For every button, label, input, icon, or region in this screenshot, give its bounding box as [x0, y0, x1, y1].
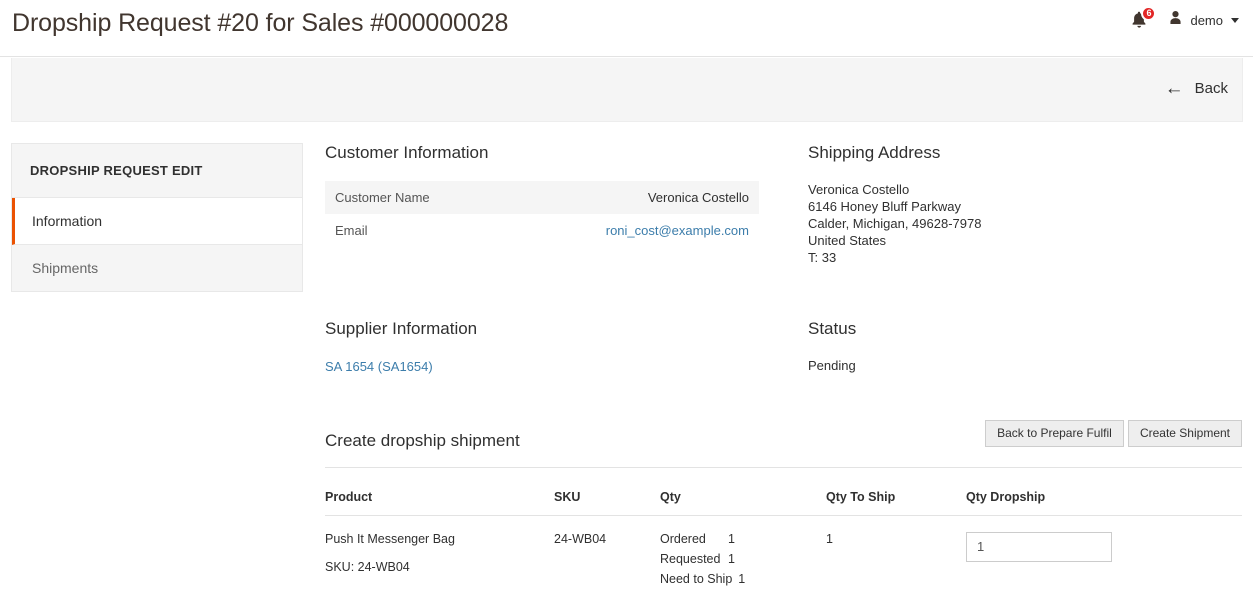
customer-email-link[interactable]: roni_cost@example.com — [606, 223, 749, 238]
status-title: Status — [808, 319, 857, 339]
customer-email-label: Email — [335, 223, 368, 239]
cell-qty: Ordered 1 Requested 1 Need to Ship 1 — [660, 515, 826, 596]
cell-product: Push It Messenger Bag SKU: 24-WB04 — [325, 515, 554, 596]
back-to-prepare-fulfil-button[interactable]: Back to Prepare Fulfil — [984, 419, 1124, 447]
page-title: Dropship Request #20 for Sales #00000002… — [12, 9, 509, 37]
table-row: Customer Name Veronica Costello — [325, 181, 759, 215]
address-line: United States — [808, 233, 887, 249]
shipment-items-table: Product SKU Qty Qty To Ship Qty Dropship… — [325, 483, 1242, 596]
details-panel: Customer Information Customer Name Veron… — [325, 143, 1242, 596]
sidebar-item-information[interactable]: Information — [12, 198, 302, 245]
sidebar-item-label: Information — [32, 213, 103, 229]
product-sku-label: SKU: 24-WB04 — [325, 559, 410, 574]
address-line: 6146 Honey Bluff Parkway — [808, 199, 961, 215]
user-menu-button[interactable]: demo — [1166, 8, 1241, 32]
address-line: Calder, Michigan, 49628-7978 — [808, 216, 982, 232]
user-avatar-icon — [1168, 10, 1183, 30]
column-header-sku: SKU — [554, 483, 660, 516]
table-header-row: Product SKU Qty Qty To Ship Qty Dropship — [325, 483, 1242, 516]
table-row: Push It Messenger Bag SKU: 24-WB04 24-WB… — [325, 515, 1242, 596]
column-header-qty: Qty — [660, 483, 826, 516]
page-header: Dropship Request #20 for Sales #00000002… — [0, 0, 1253, 57]
notifications-bell-button[interactable]: 6 — [1128, 6, 1157, 32]
header-actions: 6 demo — [1128, 6, 1241, 32]
column-header-product: Product — [325, 483, 554, 516]
column-header-qty-to-ship: Qty To Ship — [826, 483, 966, 516]
address-line: Veronica Costello — [808, 182, 910, 198]
notification-count-badge: 6 — [1141, 6, 1157, 21]
back-button[interactable]: ← Back — [1161, 76, 1232, 101]
qty-need-to-ship-value: 1 — [738, 571, 746, 586]
supplier-information-title: Supplier Information — [325, 319, 478, 339]
customer-information-table: Customer Name Veronica Costello Email ro… — [325, 181, 759, 248]
qty-need-to-ship-row: Need to Ship 1 — [660, 572, 826, 586]
info-row-top: Customer Information Customer Name Veron… — [325, 143, 1242, 266]
cell-qty-dropship — [966, 515, 1242, 596]
info-row-bottom: Supplier Information SA 1654 (SA1654) St… — [325, 319, 1242, 375]
shipping-address-title: Shipping Address — [808, 143, 941, 162]
qty-ordered-row: Ordered 1 — [660, 532, 826, 546]
back-button-label: Back — [1194, 80, 1228, 97]
status-badge: Pending — [808, 357, 856, 373]
chevron-down-icon — [1231, 17, 1239, 23]
supplier-link[interactable]: SA 1654 (SA1654) — [325, 359, 433, 374]
shipment-table-head: Product SKU Qty Qty To Ship Qty Dropship — [325, 483, 1242, 516]
shipment-section-header: Create dropship shipment Back to Prepare… — [325, 419, 1242, 468]
customer-name-label: Customer Name — [335, 190, 430, 206]
qty-requested-label: Requested — [660, 551, 721, 566]
page-actions-toolbar: ← Back — [11, 58, 1243, 122]
shipment-table-body: Push It Messenger Bag SKU: 24-WB04 24-WB… — [325, 515, 1242, 596]
arrow-left-icon: ← — [1164, 78, 1184, 99]
table-row: Email roni_cost@example.com — [325, 214, 759, 248]
column-header-qty-dropship: Qty Dropship — [966, 483, 1242, 516]
supplier-information-section: Supplier Information SA 1654 (SA1654) — [325, 319, 808, 375]
sidebar: DROPSHIP REQUEST EDIT Information Shipme… — [11, 143, 303, 292]
product-name: Push It Messenger Bag — [325, 531, 455, 546]
create-dropship-shipment-section: Create dropship shipment Back to Prepare… — [325, 419, 1242, 596]
sidebar-item-shipments[interactable]: Shipments — [12, 245, 302, 291]
customer-name-value: Veronica Costello — [647, 190, 749, 206]
customer-information-section: Customer Information Customer Name Veron… — [325, 143, 808, 266]
cell-qty-to-ship: 1 — [826, 531, 833, 546]
qty-requested-value: 1 — [728, 551, 735, 566]
cell-sku: 24-WB04 — [554, 531, 607, 546]
customer-information-title: Customer Information — [325, 143, 489, 162]
shipment-action-buttons: Back to Prepare Fulfil Create Shipment — [984, 419, 1242, 447]
qty-breakdown: Ordered 1 Requested 1 Need to Ship 1 — [660, 532, 826, 586]
status-section: Status Pending — [808, 319, 1242, 375]
address-line-phone: T: 33 — [808, 250, 837, 266]
sidebar-item-label: Shipments — [32, 260, 99, 276]
qty-ordered-value: 1 — [728, 531, 735, 546]
qty-dropship-input[interactable] — [966, 531, 1112, 562]
shipping-address-block: Veronica Costello 6146 Honey Bluff Parkw… — [808, 181, 1242, 266]
create-shipment-button[interactable]: Create Shipment — [1127, 419, 1242, 447]
sidebar-title: DROPSHIP REQUEST EDIT — [12, 144, 302, 198]
user-name-label: demo — [1190, 12, 1223, 28]
qty-requested-row: Requested 1 — [660, 552, 826, 566]
qty-need-to-ship-label: Need to Ship — [660, 571, 733, 586]
qty-ordered-label: Ordered — [660, 531, 706, 546]
shipping-address-section: Shipping Address Veronica Costello 6146 … — [808, 143, 1242, 266]
